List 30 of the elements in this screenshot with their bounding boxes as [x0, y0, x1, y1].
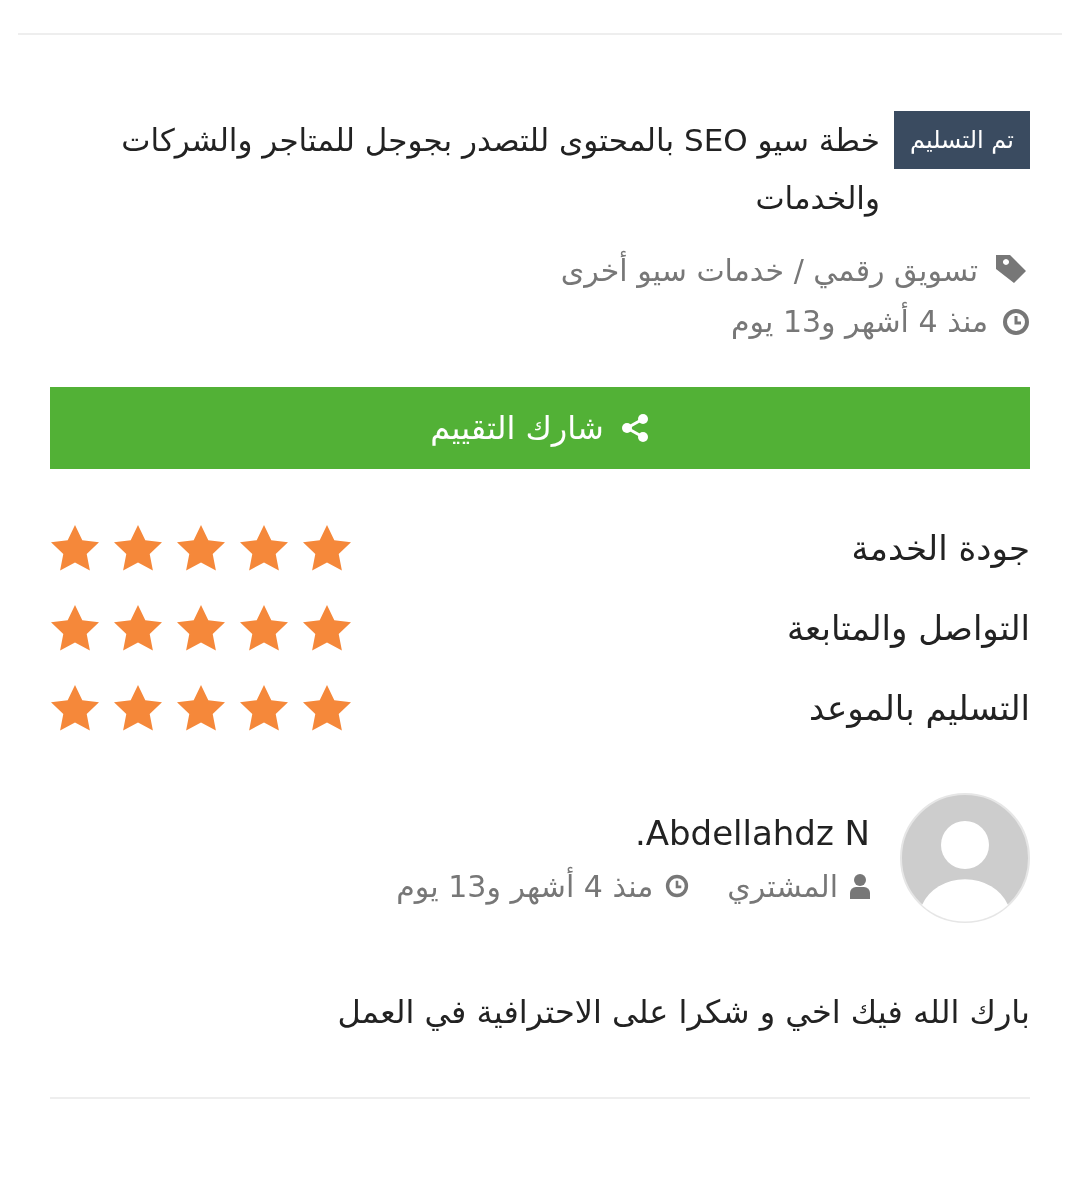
status-badge: تم التسليم	[893, 111, 1030, 169]
star-icon	[176, 604, 226, 652]
clock-icon	[1002, 307, 1030, 336]
star-icon	[302, 604, 352, 652]
star-icon	[302, 684, 352, 732]
reviewer-role: المشتري	[727, 868, 838, 904]
star-icon	[176, 524, 226, 572]
star-icon	[239, 524, 289, 572]
clock-icon	[665, 874, 690, 898]
rating-label: التواصل والمتابعة	[786, 608, 1030, 648]
star-icon	[113, 604, 163, 652]
star-icon	[50, 524, 100, 572]
share-button[interactable]: شارك التقييم	[50, 387, 1030, 469]
star-icon	[113, 684, 163, 732]
star-icon	[239, 684, 289, 732]
star-icon	[50, 604, 100, 652]
share-icon	[619, 413, 650, 443]
rating-label: جودة الخدمة	[851, 528, 1030, 568]
review-time: منذ 4 أشهر و13 يوم	[396, 868, 654, 904]
time-text: منذ 4 أشهر و13 يوم	[730, 304, 988, 339]
reviewer-name: Abdellahdz N.	[633, 812, 870, 853]
star-icon	[239, 604, 289, 652]
order-title: خطة سيو SEO بالمحتوى للتصدر بجوجل للمتاجر والشركات والخدمات	[120, 121, 880, 219]
star-icon	[176, 684, 226, 732]
star-icon	[302, 524, 352, 572]
review-comment: بارك الله فيك اخي و شكرا على الاحترافية في العمل	[336, 993, 1030, 1031]
star-icon	[113, 524, 163, 572]
rating-label: التسليم بالموعد	[809, 688, 1030, 728]
star-icon	[50, 684, 100, 732]
user-icon	[850, 873, 870, 899]
